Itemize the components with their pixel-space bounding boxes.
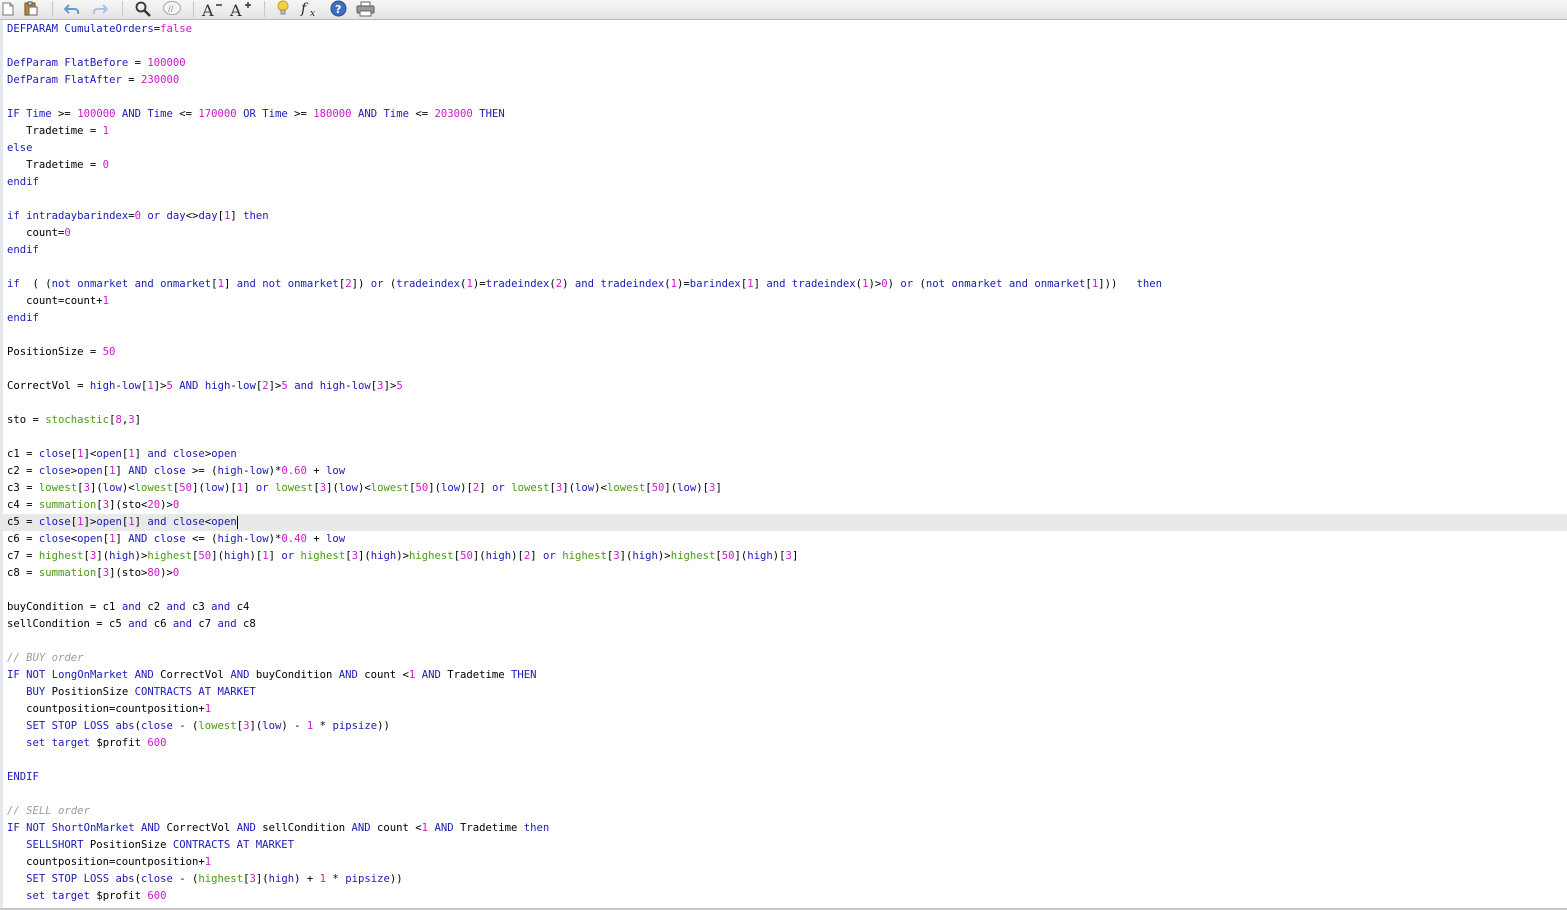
toolbar-separator (122, 1, 123, 17)
code-line[interactable] (7, 259, 1567, 276)
code-line[interactable]: SET STOP LOSS abs(close - (lowest[3](low… (7, 718, 1567, 735)
code-line[interactable]: countposition=countposition+1 (7, 701, 1567, 718)
text-caret (236, 515, 238, 529)
code-line[interactable]: c1 = close[1]<open[1] and close>open (7, 446, 1567, 463)
code-line[interactable]: c7 = highest[3](high)>highest[50](high)[… (7, 548, 1567, 565)
code-line[interactable]: // SELL order (7, 803, 1567, 820)
code-line[interactable]: endif (7, 310, 1567, 327)
code-line[interactable]: if intradaybarindex=0 or day<>day[1] the… (7, 208, 1567, 225)
code-line[interactable]: endif (7, 242, 1567, 259)
code-line[interactable]: c4 = summation[3](sto<20)>0 (7, 497, 1567, 514)
code-line[interactable] (7, 633, 1567, 650)
code-line[interactable]: ENDIF (7, 769, 1567, 786)
code-line[interactable]: else (7, 140, 1567, 157)
search-icon[interactable] (133, 0, 153, 17)
code-line[interactable] (7, 429, 1567, 446)
editor-gutter (0, 20, 3, 908)
code-line[interactable]: c2 = close>open[1] AND close >= (high-lo… (7, 463, 1567, 480)
code-line[interactable]: // BUY order (7, 650, 1567, 667)
redo-icon[interactable] (90, 0, 110, 17)
undo-icon[interactable] (62, 0, 82, 17)
code-line[interactable]: buyCondition = c1 and c2 and c3 and c4 (7, 599, 1567, 616)
toolbar-separator (264, 1, 265, 17)
new-file-icon[interactable] (0, 0, 16, 17)
code-line[interactable]: PositionSize = 50 (7, 344, 1567, 361)
code-line[interactable] (7, 786, 1567, 803)
code-line[interactable]: set target $profit 600 (7, 888, 1567, 905)
code-line[interactable]: Tradetime = 1 (7, 123, 1567, 140)
comment-icon[interactable]: // (161, 0, 183, 17)
code-line[interactable] (7, 395, 1567, 412)
code-line[interactable]: count=count+1 (7, 293, 1567, 310)
code-line[interactable]: c5 = close[1]>open[1] and close<open (0, 514, 1567, 531)
decrease-font-icon[interactable]: A (201, 0, 225, 17)
code-line[interactable]: sellCondition = c5 and c6 and c7 and c8 (7, 616, 1567, 633)
code-line[interactable]: c6 = close<open[1] AND close <= (high-lo… (7, 531, 1567, 548)
code-line[interactable] (7, 191, 1567, 208)
code-line[interactable] (7, 582, 1567, 599)
code-line[interactable]: set target $profit 600 (7, 735, 1567, 752)
increase-font-icon[interactable]: A (229, 0, 255, 17)
code-lines[interactable]: DEFPARAM CumulateOrders=false DefParam Fl… (0, 21, 1567, 905)
svg-text://: // (168, 4, 174, 13)
code-line[interactable]: c3 = lowest[3](low)<lowest[50](low)[1] o… (7, 480, 1567, 497)
paste-icon[interactable] (22, 0, 40, 17)
code-line[interactable] (7, 752, 1567, 769)
code-line[interactable]: if ( (not onmarket and onmarket[1] and n… (7, 276, 1567, 293)
svg-text:A: A (201, 1, 214, 17)
code-line[interactable]: DefParam FlatAfter = 230000 (7, 72, 1567, 89)
svg-text:x: x (310, 9, 315, 17)
code-line[interactable]: DEFPARAM CumulateOrders=false (7, 21, 1567, 38)
function-icon[interactable]: fx (300, 0, 322, 17)
code-line[interactable]: IF NOT ShortOnMarket AND CorrectVol AND … (7, 820, 1567, 837)
code-line[interactable]: IF NOT LongOnMarket AND CorrectVol AND b… (7, 667, 1567, 684)
code-line[interactable] (7, 361, 1567, 378)
code-line[interactable]: SET STOP LOSS abs(close - (highest[3](hi… (7, 871, 1567, 888)
code-line[interactable]: Tradetime = 0 (7, 157, 1567, 174)
hint-bulb-icon[interactable] (274, 0, 292, 17)
code-line[interactable]: c8 = summation[3](sto>80)>0 (7, 565, 1567, 582)
code-line[interactable] (7, 89, 1567, 106)
code-line[interactable]: endif (7, 174, 1567, 191)
toolbar: // A A fx ? (0, 0, 1567, 20)
code-line[interactable] (7, 38, 1567, 55)
code-line[interactable]: BUY PositionSize CONTRACTS AT MARKET (7, 684, 1567, 701)
toolbar-separator (193, 1, 194, 17)
code-line[interactable]: sto = stochastic[8,3] (7, 412, 1567, 429)
code-line[interactable]: SELLSHORT PositionSize CONTRACTS AT MARK… (7, 837, 1567, 854)
svg-text:A: A (229, 1, 242, 17)
code-line[interactable] (7, 327, 1567, 344)
code-line[interactable]: countposition=countposition+1 (7, 854, 1567, 871)
code-line[interactable]: DefParam FlatBefore = 100000 (7, 55, 1567, 72)
code-line[interactable]: count=0 (7, 225, 1567, 242)
code-line[interactable]: IF Time >= 100000 AND Time <= 170000 OR … (7, 106, 1567, 123)
svg-text:f: f (300, 1, 309, 17)
print-icon[interactable] (354, 0, 376, 17)
code-editor[interactable]: DEFPARAM CumulateOrders=false DefParam Fl… (0, 20, 1567, 908)
svg-text:?: ? (335, 3, 341, 16)
help-icon[interactable]: ? (328, 0, 348, 17)
toolbar-separator (52, 1, 53, 17)
code-line[interactable]: CorrectVol = high-low[1]>5 AND high-low[… (7, 378, 1567, 395)
